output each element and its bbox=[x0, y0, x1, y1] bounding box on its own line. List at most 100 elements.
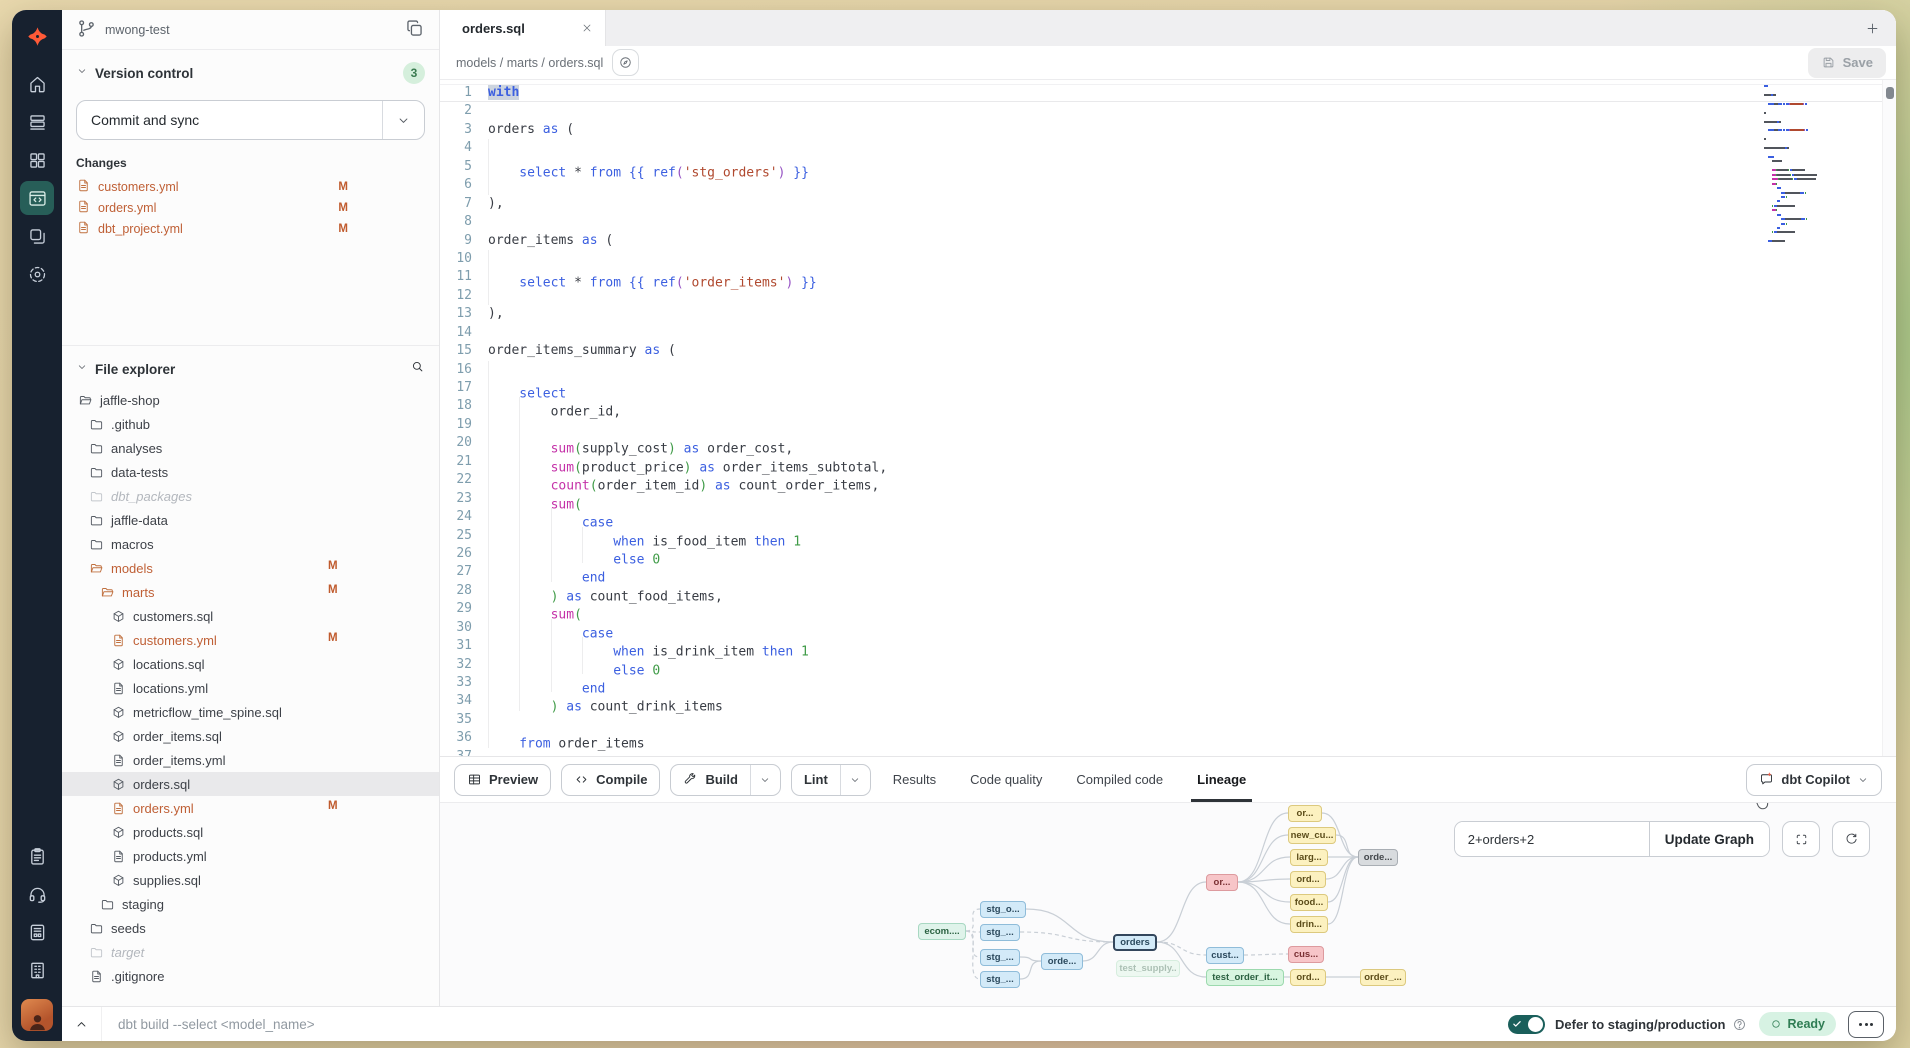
code-line-16[interactable]: 16 bbox=[440, 361, 1896, 379]
compass-icon[interactable] bbox=[612, 49, 639, 76]
code-line-9[interactable]: 9order_items as ( bbox=[440, 232, 1896, 250]
tree-item-jaffle-shop[interactable]: jaffle-shop bbox=[62, 388, 439, 412]
code-line-21[interactable]: 21sum(product_price) as order_items_subt… bbox=[440, 453, 1896, 471]
branch-name[interactable]: mwong-test bbox=[105, 23, 170, 37]
lineage-node-orde[interactable]: orde... bbox=[1358, 849, 1398, 866]
code-line-20[interactable]: 20sum(supply_cost) as order_cost, bbox=[440, 434, 1896, 452]
tree-item-jaffle-data[interactable]: jaffle-data bbox=[62, 508, 439, 532]
code-line-3[interactable]: 3orders as ( bbox=[440, 121, 1896, 139]
lineage-node-stg_[interactable]: stg_... bbox=[980, 924, 1020, 941]
tree-item-locations-yml[interactable]: locations.yml bbox=[62, 676, 439, 700]
tree-item-orders-yml[interactable]: orders.ymlM bbox=[62, 796, 439, 820]
tab-results[interactable]: Results bbox=[891, 757, 938, 802]
lineage-panel[interactable]: ecom....stg_o...stg_...stg_...stg_...ord… bbox=[440, 802, 1896, 1006]
code-line-5[interactable]: 5select * from {{ ref('stg_orders') }} bbox=[440, 158, 1896, 176]
code-line-24[interactable]: 24case bbox=[440, 508, 1896, 526]
tree-item-seeds[interactable]: seeds bbox=[62, 916, 439, 940]
command-input[interactable] bbox=[102, 1017, 1508, 1032]
chevron-down-icon[interactable] bbox=[76, 360, 88, 378]
code-line-25[interactable]: 25when is_food_item then 1 bbox=[440, 527, 1896, 545]
lineage-node-test_order_it[interactable]: test_order_it... bbox=[1206, 969, 1284, 986]
code-line-1[interactable]: 1with bbox=[440, 84, 1896, 102]
ledger-icon[interactable] bbox=[20, 915, 54, 949]
code-editor[interactable]: 1with23orders as (45select * from {{ ref… bbox=[440, 80, 1896, 756]
lineage-node-ord[interactable]: ord... bbox=[1290, 871, 1326, 888]
lineage-node-order_[interactable]: order_... bbox=[1360, 969, 1406, 986]
code-line-11[interactable]: 11select * from {{ ref('order_items') }} bbox=[440, 268, 1896, 286]
tab-lineage[interactable]: Lineage bbox=[1195, 757, 1248, 802]
tree-item-metricflow-time-spine-sql[interactable]: metricflow_time_spine.sql bbox=[62, 700, 439, 724]
code-line-4[interactable]: 4 bbox=[440, 139, 1896, 157]
tree-item-data-tests[interactable]: data-tests bbox=[62, 460, 439, 484]
code-line-32[interactable]: 32else 0 bbox=[440, 656, 1896, 674]
code-line-13[interactable]: 13), bbox=[440, 305, 1896, 323]
tree-item--github[interactable]: .github bbox=[62, 412, 439, 436]
lineage-node-orders[interactable]: orders bbox=[1113, 934, 1157, 951]
tab-orders-sql[interactable]: orders.sql bbox=[440, 10, 606, 46]
build-button[interactable]: Build bbox=[670, 764, 781, 796]
tree-item-dbt-packages[interactable]: dbt_packages bbox=[62, 484, 439, 508]
tab-compiled-code[interactable]: Compiled code bbox=[1074, 757, 1165, 802]
tree-item-locations-sql[interactable]: locations.sql bbox=[62, 652, 439, 676]
code-line-8[interactable]: 8 bbox=[440, 213, 1896, 231]
code-line-17[interactable]: 17select bbox=[440, 379, 1896, 397]
lineage-node-ord[interactable]: ord... bbox=[1290, 969, 1326, 986]
changed-file-row[interactable]: orders.ymlM bbox=[76, 197, 348, 218]
lineage-node-larg[interactable]: larg... bbox=[1290, 849, 1328, 866]
chevron-down-icon[interactable] bbox=[750, 765, 780, 795]
lineage-node-stg_o[interactable]: stg_o... bbox=[980, 901, 1026, 918]
tree-item-orders-sql[interactable]: orders.sql bbox=[62, 772, 439, 796]
compile-button[interactable]: Compile bbox=[561, 764, 660, 796]
collapse-panel-button[interactable] bbox=[62, 1007, 102, 1041]
chevron-down-icon[interactable] bbox=[840, 765, 870, 795]
clipboard-icon[interactable] bbox=[20, 839, 54, 873]
version-control-header[interactable]: Version control 3 bbox=[76, 60, 425, 86]
lineage-node-test_supply[interactable]: test_supply.. bbox=[1116, 960, 1180, 977]
tree-item-order-items-sql[interactable]: order_items.sql bbox=[62, 724, 439, 748]
code-line-34[interactable]: 34) as count_drink_items bbox=[440, 692, 1896, 710]
copy-icon[interactable] bbox=[404, 18, 425, 42]
tree-item-models[interactable]: modelsM bbox=[62, 556, 439, 580]
dbt-copilot-button[interactable]: dbt Copilot bbox=[1746, 764, 1882, 796]
refresh-button[interactable] bbox=[1832, 821, 1870, 857]
lineage-node-stg_[interactable]: stg_... bbox=[980, 971, 1020, 988]
code-line-15[interactable]: 15order_items_summary as ( bbox=[440, 342, 1896, 360]
dbt-logo-icon[interactable] bbox=[20, 19, 54, 53]
code-line-31[interactable]: 31when is_drink_item then 1 bbox=[440, 637, 1896, 655]
code-editor-icon[interactable] bbox=[20, 181, 54, 215]
changed-file-row[interactable]: customers.ymlM bbox=[76, 176, 348, 197]
building-icon[interactable] bbox=[20, 953, 54, 987]
lineage-node-ecom[interactable]: ecom.... bbox=[918, 923, 966, 940]
lineage-node-or[interactable]: or... bbox=[1206, 874, 1238, 891]
chevron-down-icon[interactable] bbox=[76, 64, 88, 82]
lineage-node-cust[interactable]: cust... bbox=[1206, 947, 1244, 964]
commit-dropdown-caret[interactable] bbox=[382, 101, 424, 139]
close-icon[interactable] bbox=[581, 22, 593, 34]
tree-item-staging[interactable]: staging bbox=[62, 892, 439, 916]
more-options-button[interactable] bbox=[1848, 1011, 1884, 1038]
tree-item-products-yml[interactable]: products.yml bbox=[62, 844, 439, 868]
apps-grid-icon[interactable] bbox=[20, 143, 54, 177]
code-line-7[interactable]: 7), bbox=[440, 195, 1896, 213]
code-line-26[interactable]: 26else 0 bbox=[440, 545, 1896, 563]
avatar[interactable] bbox=[21, 999, 53, 1031]
code-line-10[interactable]: 10 bbox=[440, 250, 1896, 268]
explore-orbit-icon[interactable] bbox=[20, 257, 54, 291]
lint-button[interactable]: Lint bbox=[791, 764, 871, 796]
lineage-node-or[interactable]: or... bbox=[1288, 805, 1322, 822]
code-line-22[interactable]: 22count(order_item_id) as count_order_it… bbox=[440, 471, 1896, 489]
file-explorer-header[interactable]: File explorer bbox=[62, 354, 439, 384]
tree-item-supplies-sql[interactable]: supplies.sql bbox=[62, 868, 439, 892]
tree-item--gitignore[interactable]: .gitignore bbox=[62, 964, 439, 988]
changed-file-row[interactable]: dbt_project.ymlM bbox=[76, 218, 348, 239]
lineage-node-new_cu[interactable]: new_cu... bbox=[1288, 827, 1336, 844]
code-line-37[interactable]: 37 bbox=[440, 748, 1896, 756]
code-line-36[interactable]: 36from order_items bbox=[440, 729, 1896, 747]
lineage-node-orde[interactable]: orde... bbox=[1041, 953, 1083, 970]
tree-item-order-items-yml[interactable]: order_items.yml bbox=[62, 748, 439, 772]
code-line-2[interactable]: 2 bbox=[440, 102, 1896, 120]
deploy-stack-icon[interactable] bbox=[20, 105, 54, 139]
defer-toggle[interactable] bbox=[1508, 1015, 1545, 1034]
scrollbar-thumb[interactable] bbox=[1886, 87, 1894, 99]
code-line-18[interactable]: 18order_id, bbox=[440, 397, 1896, 415]
